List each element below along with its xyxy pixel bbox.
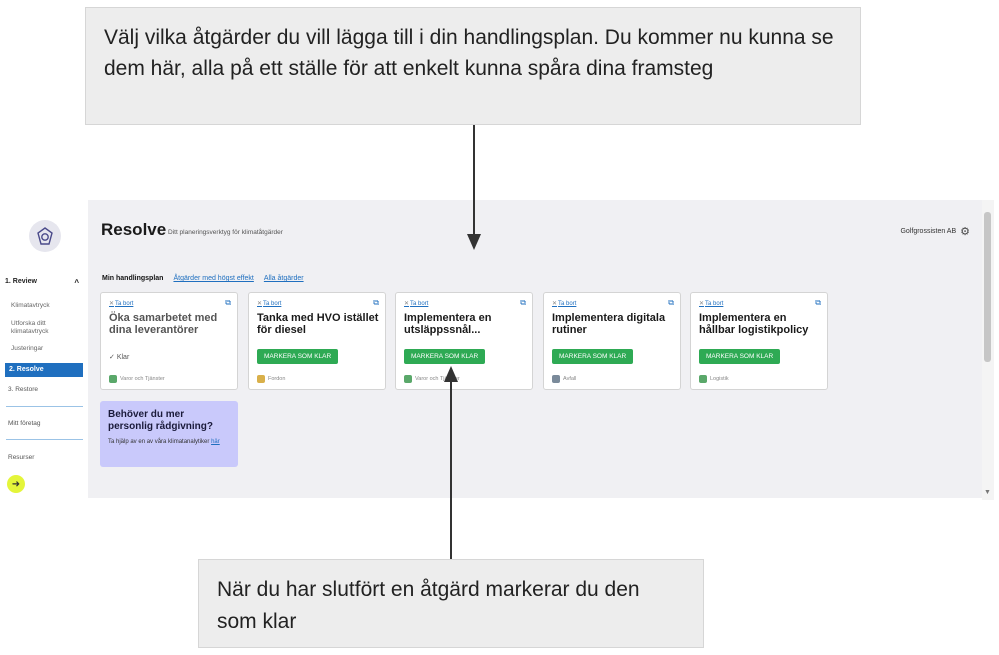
external-link-icon[interactable]: ⧉ [225,298,231,308]
card-title: Implementera digitala rutiner [552,312,666,336]
remove-label: Ta bort [410,301,429,307]
nav-section-review[interactable]: 1. Review ^ [5,278,83,292]
card-category: Fordon [257,375,285,383]
card-title: Implementera en hållbar logistikpolicy [699,312,809,336]
tabs: Min handlingsplan Åtgärder med högst eff… [102,275,304,282]
card-category: Logistik [699,375,729,383]
action-card: ✕Ta bort ⧉ Implementera en utsläppssnål.… [395,292,533,390]
remove-label: Ta bort [115,301,134,307]
sidebar: 1. Review ^ Klimatavtryck Utforska ditt … [0,200,88,500]
close-icon: ✕ [109,301,115,307]
remove-link[interactable]: ✕Ta bort [552,300,576,307]
category-icon [257,375,265,383]
remove-link[interactable]: ✕Ta bort [257,300,281,307]
card-category: Varor och Tjänster [404,375,460,383]
tab-alla-atgarder[interactable]: Alla åtgärder [264,275,304,282]
status-label: Klar [116,354,130,361]
remove-link[interactable]: ✕Ta bort [109,300,133,307]
card-title: Implementera en utsläppssnål... [404,312,492,336]
mark-done-button[interactable]: MARKERA SOM KLAR [552,349,634,364]
remove-link[interactable]: ✕Ta bort [699,300,723,307]
external-link-icon[interactable]: ⧉ [815,298,821,308]
category-icon [404,375,412,383]
nav-item-restore[interactable]: 3. Restore [8,386,38,393]
nav-section-review-label: 1. Review [5,278,37,285]
help-chat-icon[interactable]: ➜ [7,475,25,493]
category-icon [109,375,117,383]
chevron-up-icon: ^ [74,278,79,287]
card-title: Tanka med HVO istället för diesel [257,312,379,336]
scroll-down-icon[interactable]: ▼ [984,489,991,496]
category-icon [552,375,560,383]
callout-bottom: När du har slutfört en åtgärd markerar d… [198,559,704,648]
action-card: ✕Ta bort ⧉ Tanka med HVO istället för di… [248,292,386,390]
status-done: ✓ Klar [109,353,129,361]
tab-hogst-effekt[interactable]: Åtgärder med högst effekt [173,275,253,282]
external-link-icon[interactable]: ⧉ [668,298,674,308]
screenshot: Välj vilka åtgärder du vill lägga till i… [0,0,999,655]
nav-item-resolve[interactable]: 2. Resolve [5,363,83,377]
logo[interactable] [29,220,61,252]
page-subtitle: Ditt planeringsverktyg för klimatåtgärde… [168,229,283,236]
scrollbar[interactable]: ▼ [982,200,994,500]
close-icon: ✕ [404,301,410,307]
company-selector[interactable]: Golfgrossisten AB ⚙ [900,225,970,238]
app-window: 1. Review ^ Klimatavtryck Utforska ditt … [0,200,994,500]
category-label: Logistik [710,376,729,382]
tab-min-handlingsplan[interactable]: Min handlingsplan [102,275,163,282]
action-card: ✕Ta bort ⧉ Implementera en hållbar logis… [690,292,828,390]
callout-top: Välj vilka åtgärder du vill lägga till i… [85,7,861,125]
action-card: ✕Ta bort ⧉ Implementera digitala rutiner… [543,292,681,390]
company-name: Golfgrossisten AB [900,228,957,235]
page-title: Resolve [101,220,167,239]
divider [6,406,83,407]
category-label: Avfall [563,376,577,382]
mark-done-button[interactable]: MARKERA SOM KLAR [404,349,486,364]
external-link-icon[interactable]: ⧉ [520,298,526,308]
mark-done-button[interactable]: MARKERA SOM KLAR [699,349,781,364]
nav-item-mitt-foretag[interactable]: Mitt företag [8,420,41,427]
card-title: Öka samarbetet med dina leverantörer [109,312,218,336]
gear-icon[interactable]: ⚙ [960,225,970,238]
scrollbar-thumb[interactable] [984,212,991,362]
action-card: ✕Ta bort ⧉ Öka samarbetet med dina lever… [100,292,238,390]
remove-label: Ta bort [705,301,724,307]
category-label: Varor och Tjänster [120,376,165,382]
advice-text: Ta hjälp av en av våra klimatanalytiker [108,439,210,445]
category-label: Varor och Tjänster [415,376,460,382]
card-category: Avfall [552,375,576,383]
close-icon: ✕ [552,301,558,307]
advice-link[interactable]: här [211,439,220,445]
divider [6,439,83,440]
remove-link[interactable]: ✕Ta bort [404,300,428,307]
advice-heading: Behöver du mer personlig rådgivning? [108,409,214,432]
remove-label: Ta bort [558,301,577,307]
nav-item-resurser[interactable]: Resurser [8,454,34,461]
close-icon: ✕ [257,301,263,307]
check-icon: ✓ [109,354,115,361]
mark-done-button[interactable]: MARKERA SOM KLAR [257,349,339,364]
advice-body: Ta hjälp av en av våra klimatanalytiker … [108,439,230,446]
remove-label: Ta bort [263,301,282,307]
close-icon: ✕ [699,301,705,307]
category-label: Fordon [268,376,286,382]
advice-box: Behöver du mer personlig rådgivning? Ta … [100,401,238,467]
main-content: Resolve Ditt planeringsverktyg för klima… [88,200,982,498]
nav-item-utforska[interactable]: Utforska ditt klimatavtryck [11,320,71,336]
nav-item-justeringar[interactable]: Justeringar [11,345,43,353]
external-link-icon[interactable]: ⧉ [373,298,379,308]
nav-item-klimatavtryck[interactable]: Klimatavtryck [11,302,50,310]
card-category: Varor och Tjänster [109,375,165,383]
category-icon [699,375,707,383]
logo-icon [37,227,53,245]
